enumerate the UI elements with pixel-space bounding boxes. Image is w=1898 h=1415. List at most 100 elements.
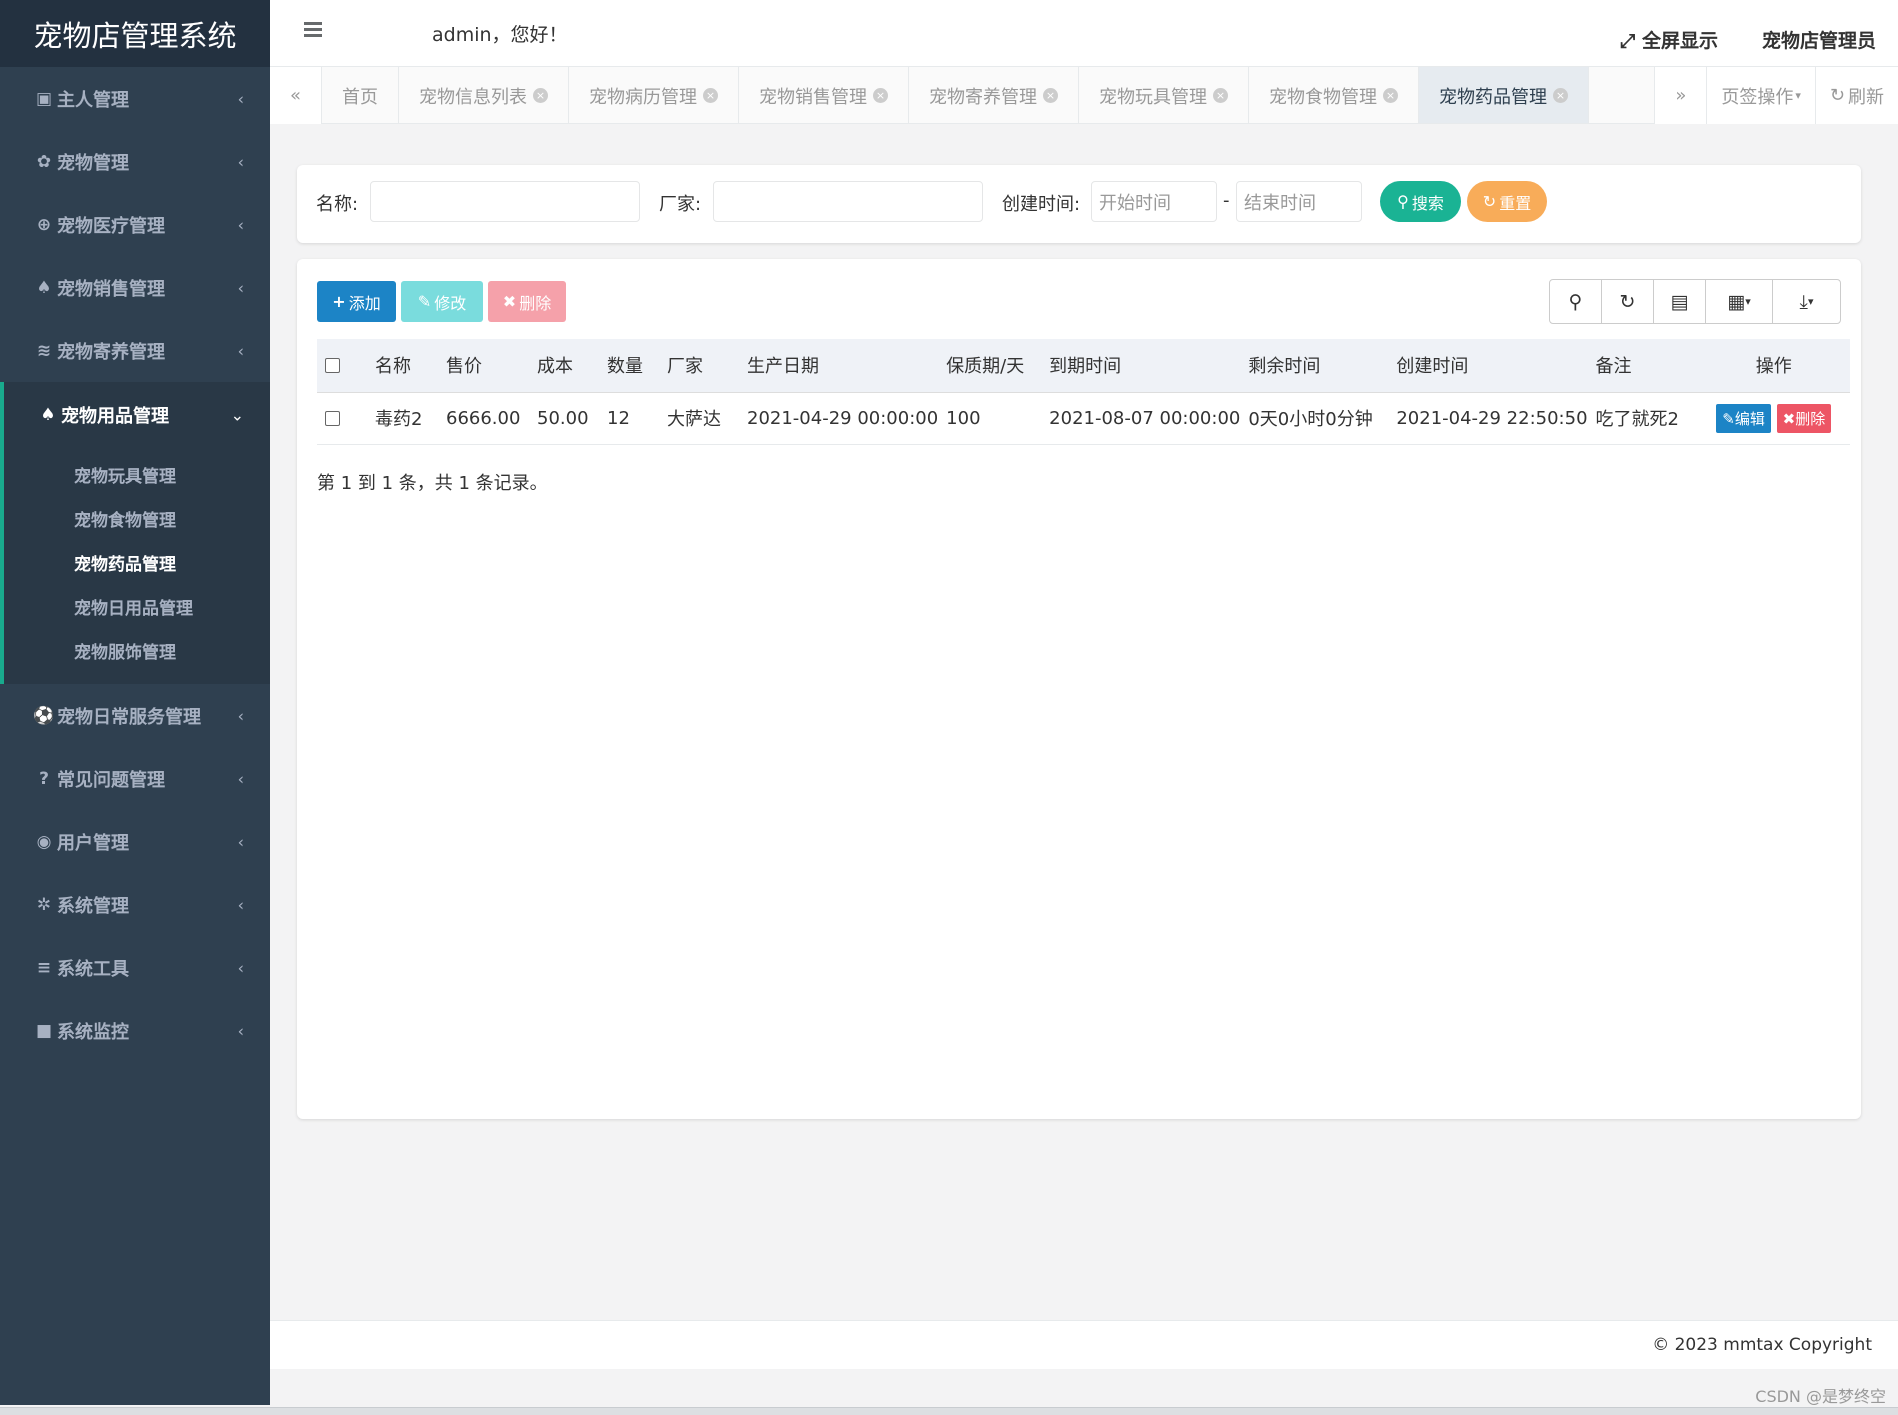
- sidebar-item-label: 系统监控: [57, 1021, 129, 1043]
- chevron-left-icon: ‹: [237, 769, 244, 788]
- col-remain[interactable]: 剩余时间: [1240, 339, 1389, 393]
- sidebar-item-boarding[interactable]: ≋ 宠物寄养管理 ‹: [0, 319, 270, 382]
- sidebar-item-tools[interactable]: ≡ 系统工具 ‹: [0, 936, 270, 999]
- sidebar-item-label: 宠物用品管理: [61, 406, 169, 427]
- user-card-icon: ▣: [35, 88, 53, 109]
- sidebar-subitem-medicine[interactable]: 宠物药品管理: [4, 540, 270, 584]
- sidebar-item-supplies[interactable]: ♠ 宠物用品管理 ⌄: [0, 382, 270, 448]
- col-name[interactable]: 名称: [367, 339, 438, 393]
- sidebar-item-label: 宠物管理: [57, 152, 129, 174]
- table-panel: + 添加 ✎ 修改 ✖ 删除 ⚲ ↻ ▤ ▦ ▾ ⤓ ▾ 名称 售价 成本 数量 厂: [297, 259, 1861, 1119]
- row-select-cell: [317, 392, 367, 445]
- sidebar-subitem-food[interactable]: 宠物食物管理: [4, 496, 270, 540]
- end-time-input[interactable]: 结束时间: [1236, 181, 1362, 222]
- start-time-input[interactable]: 开始时间: [1091, 181, 1217, 222]
- close-icon[interactable]: ×: [1553, 88, 1568, 103]
- chevron-left-icon: ‹: [237, 706, 244, 725]
- sidebar-item-label: 宠物销售管理: [57, 278, 165, 300]
- cell-cost: 50.00: [529, 392, 599, 445]
- tab-pet-info[interactable]: 宠物信息列表 ×: [399, 67, 569, 123]
- close-icon[interactable]: ×: [533, 88, 548, 103]
- tab-pet-toys[interactable]: 宠物玩具管理 ×: [1079, 67, 1249, 123]
- sidebar-item-users[interactable]: ◉ 用户管理 ‹: [0, 810, 270, 873]
- search-icon[interactable]: ⚲: [1550, 280, 1602, 323]
- cell-price: 6666.00: [438, 392, 529, 445]
- row-delete-label: 删除: [1795, 409, 1826, 428]
- sidebar-subitem-clothing[interactable]: 宠物服饰管理: [4, 628, 270, 672]
- close-icon[interactable]: ×: [1383, 88, 1398, 103]
- sidebar: 宠物店管理系统 ▣ 主人管理 ‹ ✿ 宠物管理 ‹ ⊕ 宠物医疗管理 ‹ ♠ 宠…: [0, 0, 270, 1405]
- data-table: 名称 售价 成本 数量 厂家 生产日期 保质期/天 到期时间 剩余时间 创建时间…: [317, 339, 1850, 445]
- refresh-tab-button[interactable]: ↻ 刷新: [1814, 67, 1898, 124]
- columns-icon[interactable]: ▦ ▾: [1706, 280, 1773, 323]
- name-input[interactable]: [370, 181, 640, 222]
- sidebar-item-sales[interactable]: ♠ 宠物销售管理 ‹: [0, 256, 270, 319]
- vendor-label: 厂家:: [659, 194, 702, 215]
- tab-pet-boarding[interactable]: 宠物寄养管理 ×: [909, 67, 1079, 123]
- col-shelf-life[interactable]: 保质期/天: [938, 339, 1042, 393]
- plus-circle-icon: ⊕: [36, 214, 52, 235]
- top-header: admin，您好！ ⤢ 全屏显示 宠物店管理员: [270, 0, 1898, 67]
- refresh-label: 刷新: [1848, 86, 1884, 108]
- close-icon[interactable]: ×: [1043, 88, 1058, 103]
- tab-pet-food[interactable]: 宠物食物管理 ×: [1249, 67, 1419, 123]
- sidebar-item-medical[interactable]: ⊕ 宠物医疗管理 ‹: [0, 193, 270, 256]
- delete-button[interactable]: ✖ 删除: [488, 281, 566, 322]
- export-icon[interactable]: ⤓ ▾: [1773, 280, 1840, 323]
- sidebar-subitem-toys[interactable]: 宠物玩具管理: [4, 452, 270, 496]
- cell-prod-date: 2021-04-29 00:00:00: [739, 392, 939, 445]
- sidebar-subitem-daily[interactable]: 宠物日用品管理: [4, 584, 270, 628]
- search-button[interactable]: ⚲ 搜索: [1380, 181, 1461, 222]
- refresh-icon[interactable]: ↻: [1602, 280, 1654, 323]
- row-checkbox[interactable]: [325, 411, 340, 426]
- sidebar-item-faq[interactable]: ? 常见问题管理 ‹: [0, 747, 270, 810]
- col-note[interactable]: 备注: [1587, 339, 1698, 393]
- sidebar-item-pet[interactable]: ✿ 宠物管理 ‹: [0, 130, 270, 193]
- plus-icon: +: [332, 292, 346, 311]
- tab-pet-sales[interactable]: 宠物销售管理 ×: [739, 67, 909, 123]
- close-icon[interactable]: ×: [703, 88, 718, 103]
- sidebar-item-owner[interactable]: ▣ 主人管理 ‹: [0, 67, 270, 130]
- fullscreen-button[interactable]: ⤢ 全屏显示: [1620, 26, 1718, 53]
- close-icon[interactable]: ×: [873, 88, 888, 103]
- tab-pet-medicine[interactable]: 宠物药品管理 ×: [1419, 67, 1589, 123]
- row-edit-button[interactable]: ✎编辑: [1716, 403, 1771, 433]
- sidebar-item-monitor[interactable]: ■ 系统监控 ‹: [0, 999, 270, 1062]
- col-price[interactable]: 售价: [438, 339, 529, 393]
- tab-home[interactable]: 首页: [322, 67, 399, 123]
- tab-label: 宠物销售管理: [759, 86, 867, 108]
- col-expire[interactable]: 到期时间: [1041, 339, 1241, 393]
- col-cost[interactable]: 成本: [529, 339, 599, 393]
- edit-button[interactable]: ✎ 修改: [401, 281, 483, 322]
- tab-label: 首页: [342, 86, 378, 108]
- user-menu[interactable]: 宠物店管理员: [1762, 26, 1876, 53]
- edit-icon: ✎: [417, 292, 432, 311]
- toggle-view-icon[interactable]: ▤: [1654, 280, 1706, 323]
- add-button[interactable]: + 添加: [317, 281, 396, 322]
- video-icon: ■: [35, 1020, 53, 1041]
- watermark: CSDN @是梦终空: [1755, 1387, 1886, 1406]
- col-created[interactable]: 创建时间: [1388, 339, 1588, 393]
- col-vendor[interactable]: 厂家: [659, 339, 739, 393]
- tab-pet-medical[interactable]: 宠物病历管理 ×: [569, 67, 739, 123]
- date-range-dash: -: [1223, 190, 1230, 211]
- select-all-checkbox[interactable]: [325, 358, 340, 374]
- sidebar-item-daily-service[interactable]: ⚽ 宠物日常服务管理 ‹: [0, 684, 270, 747]
- reset-button[interactable]: ↻ 重置: [1467, 181, 1547, 222]
- sidebar-item-label: 系统工具: [57, 958, 129, 980]
- page-ops-dropdown[interactable]: 页签操作 ▾: [1706, 67, 1815, 124]
- cell-qty: 12: [599, 392, 659, 445]
- col-qty[interactable]: 数量: [599, 339, 659, 393]
- tabs-scroll-left-icon[interactable]: «: [270, 67, 322, 124]
- menu-toggle-icon[interactable]: [304, 22, 322, 40]
- close-icon[interactable]: ×: [1213, 88, 1228, 103]
- sidebar-item-label: 宠物日常服务管理: [57, 706, 201, 728]
- tabs-scroll-right-icon[interactable]: »: [1654, 67, 1707, 124]
- col-prod-date[interactable]: 生产日期: [739, 339, 939, 393]
- vendor-input[interactable]: [713, 181, 983, 222]
- edit-button-label: 修改: [434, 293, 467, 313]
- bell-icon: ♠: [40, 405, 56, 425]
- row-delete-button[interactable]: ✖删除: [1776, 403, 1832, 433]
- chevron-left-icon: ‹: [237, 1021, 244, 1040]
- sidebar-item-system[interactable]: ✲ 系统管理 ‹: [0, 873, 270, 936]
